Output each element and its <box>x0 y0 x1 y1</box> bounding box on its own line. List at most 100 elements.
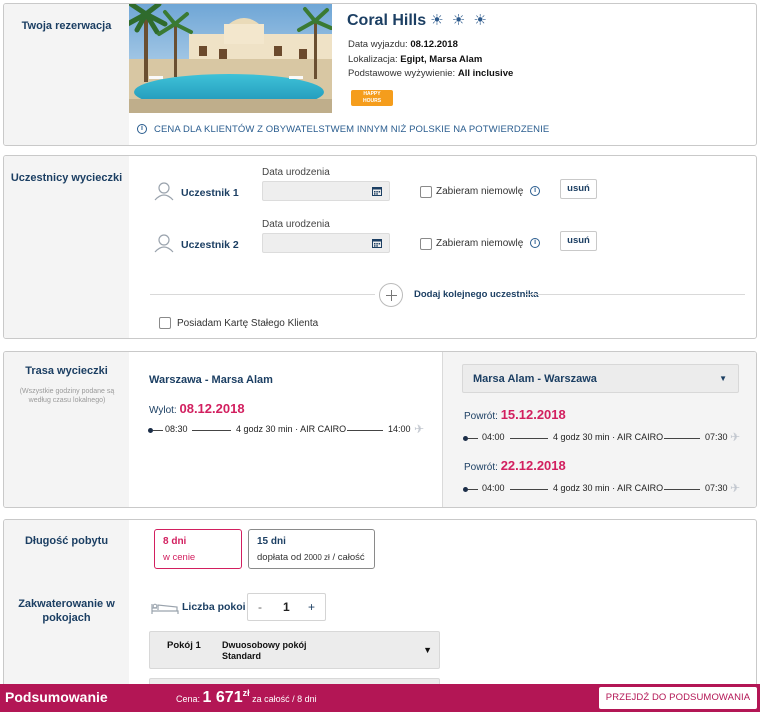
board-value: All inclusive <box>457 68 514 79</box>
location-label: Lokalizacja: <box>348 54 398 65</box>
room-label: Pokój 1 <box>167 640 201 651</box>
departure-date-value: 08.12.2018 <box>410 39 458 50</box>
plane-icon: ✈ <box>730 481 741 495</box>
timeline-line <box>192 430 231 431</box>
return-date-line[interactable]: Powrót: 15.12.2018 <box>464 407 566 422</box>
board-line: Podstawowe wyżywienie: All inclusive <box>348 68 513 79</box>
timeline-line <box>510 438 548 439</box>
remove-participant-button[interactable]: usuń <box>560 231 597 251</box>
hotel-rating-sun-icons: ☀ ☀ ☀ <box>430 12 489 29</box>
outbound-duration: 4 godz 30 min <box>236 424 293 434</box>
departure-date-label: Data wyjazdu: <box>348 39 408 50</box>
add-participant-label[interactable]: Dodaj kolejnego uczestnika <box>414 289 539 300</box>
room-type-value: Dwuosobowy pokój Standard <box>222 640 307 661</box>
return-route-selected: Marsa Alam - Warszawa <box>473 373 597 385</box>
return-departure-time: 04:00 <box>482 432 505 442</box>
outbound-departure-time: 08:30 <box>165 424 188 434</box>
separator-dot: · <box>295 424 299 434</box>
infant-checkbox[interactable] <box>420 238 432 250</box>
info-icon[interactable]: i <box>530 238 541 249</box>
info-icon: i <box>137 124 147 135</box>
divider <box>525 294 745 295</box>
infant-checkbox[interactable] <box>420 186 432 198</box>
return-flight-timeline: 04:00 4 godz 30 min · AIR CAIRO 07:30 ✈ <box>463 430 753 444</box>
timeline-line <box>664 489 700 490</box>
route-sidebar: Trasa wycieczki (Wszystkie godziny podan… <box>4 352 129 507</box>
dob-label: Data urodzenia <box>262 219 330 230</box>
return-flight-info: 4 godz 30 min · AIR CAIRO <box>553 432 663 442</box>
return-route-select[interactable]: Marsa Alam - Warszawa ▼ <box>462 364 739 393</box>
reservation-card: Twoja rezerwacja Coral Hills ☀ ☀ ☀ Data … <box>3 3 757 146</box>
timeline-line <box>347 430 383 431</box>
return-duration: 4 godz 30 min <box>553 483 610 493</box>
hotel-photo <box>129 4 332 113</box>
stay-option-8-days[interactable]: 8 dni w cenie <box>154 529 242 569</box>
room-type-select[interactable]: Pokój 1 Dwuosobowy pokój Standard ▼ <box>149 631 440 669</box>
stay-option-days: 8 dni <box>163 536 187 547</box>
calendar-icon[interactable] <box>372 238 382 248</box>
rooms-quantity-stepper[interactable]: - 1 + <box>247 593 326 621</box>
happy-hours-badge-line2: HOURS <box>362 98 382 104</box>
departure-date-line: Data wyjazdu: 08.12.2018 <box>348 39 458 50</box>
location-value: Egipt, Marsa Alam <box>400 54 483 65</box>
infant-checkbox-label: Zabieram niemowlę i <box>436 186 541 197</box>
loyalty-card-checkbox[interactable] <box>159 317 171 329</box>
info-icon[interactable]: i <box>530 186 541 197</box>
citizenship-notice-text: CENA DLA KLIENTÓW Z OBYWATELSTWEM INNYM … <box>154 124 550 135</box>
outbound-flight-info: 4 godz 30 min · AIR CAIRO <box>236 424 346 434</box>
return-airline: AIR CAIRO <box>617 483 664 493</box>
infant-label-text: Zabieram niemowlę <box>436 186 524 197</box>
return-date: 15.12.2018 <box>500 407 566 422</box>
return-arrival-time: 07:30 <box>705 432 728 442</box>
dob-label: Data urodzenia <box>262 167 330 178</box>
timeline-line <box>664 438 700 439</box>
happy-hours-badge: HAPPY HOURS <box>351 90 393 106</box>
timeline-line <box>468 438 478 439</box>
outbound-date: 08.12.2018 <box>179 401 245 416</box>
route-section-title: Trasa wycieczki <box>25 365 108 377</box>
stay-option-note: dopłata od 2000 zł / całość <box>257 552 365 563</box>
remove-participant-button[interactable]: usuń <box>560 179 597 199</box>
add-participant-plus-icon[interactable] <box>379 283 403 307</box>
price-currency: zł <box>242 688 250 698</box>
stay-option-note: w cenie <box>163 552 196 563</box>
calendar-icon[interactable] <box>372 186 382 196</box>
plane-icon: ✈ <box>730 430 741 444</box>
stay-option-note-prefix: dopłata od <box>257 552 302 563</box>
accommodation-section-title: Zakwaterowanie w pokojach <box>18 598 115 624</box>
timeline-line <box>468 489 478 490</box>
dob-input[interactable] <box>262 233 390 253</box>
return-duration: 4 godz 30 min <box>553 432 610 442</box>
outbound-arrival-time: 14:00 <box>388 424 411 434</box>
return-date-label: Powrót: <box>464 462 498 473</box>
participant-name: Uczestnik 2 <box>181 239 239 251</box>
participants-card: Uczestnicy wycieczki Uczestnik 1 Data ur… <box>3 155 757 339</box>
stay-option-15-days[interactable]: 15 dni dopłata od 2000 zł / całość <box>248 529 375 569</box>
return-date-line[interactable]: Powrót: 22.12.2018 <box>464 458 566 473</box>
reservation-sidebar: Twoja rezerwacja <box>4 4 129 145</box>
chevron-down-icon: ▼ <box>423 645 432 655</box>
stay-option-note-suffix: / całość <box>332 552 365 563</box>
dob-input[interactable] <box>262 181 390 201</box>
participants-section-title: Uczestnicy wycieczki <box>10 172 123 184</box>
hotel-name: Coral Hills ☀ ☀ ☀ <box>347 11 489 30</box>
total-price: Cena: 1 671zł za całość / 8 dni <box>176 688 317 707</box>
outbound-date-line: Wylot: 08.12.2018 <box>149 401 245 416</box>
infant-label-text: Zabieram niemowlę <box>436 238 524 249</box>
summary-title: Podsumowanie <box>5 689 108 705</box>
return-departure-time: 04:00 <box>482 483 505 493</box>
separator-dot: · <box>612 432 616 442</box>
happy-hours-badge-line1: HAPPY <box>363 91 381 97</box>
price-amount: 1 671 <box>202 689 243 706</box>
return-flight-info: 4 godz 30 min · AIR CAIRO <box>553 483 663 493</box>
participant-row: Uczestnik 1 Data urodzenia Zabieram niem… <box>129 167 749 207</box>
outbound-airline: AIR CAIRO <box>300 424 347 434</box>
rooms-increment-button[interactable]: + <box>308 600 315 614</box>
loyalty-card-label: Posiadam Kartę Stałego Klienta <box>177 318 319 329</box>
user-avatar-icon <box>154 182 174 201</box>
go-to-summary-button[interactable]: PRZEJDŹ DO PODSUMOWANIA <box>599 687 757 709</box>
return-date-label: Powrót: <box>464 411 498 422</box>
location-line: Lokalizacja: Egipt, Marsa Alam <box>348 54 482 65</box>
return-flight-pane: Marsa Alam - Warszawa ▼ Powrót: 15.12.20… <box>442 352 756 507</box>
rooms-decrement-button[interactable]: - <box>258 600 262 614</box>
